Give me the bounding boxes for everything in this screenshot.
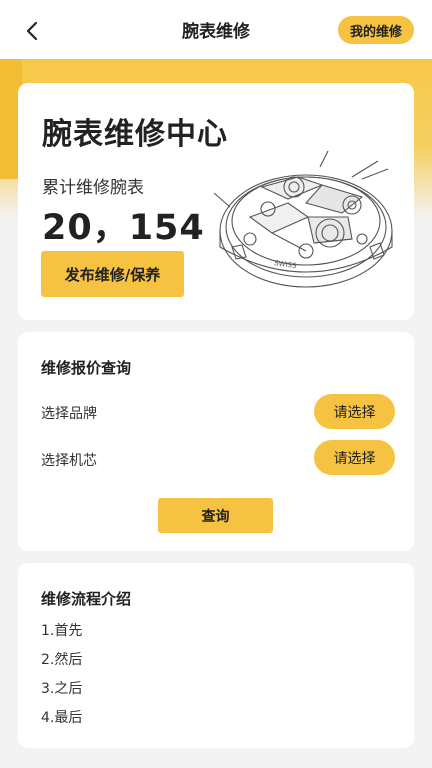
repair-quote-card: 维修报价查询 选择品牌 请选择 选择机芯 请选择 查询	[18, 332, 414, 551]
repair-process-title: 维修流程介绍	[41, 590, 132, 608]
total-repaired-count: 20，154	[42, 208, 205, 248]
my-repair-button[interactable]: 我的维修	[337, 16, 414, 44]
brand-select-button[interactable]: 请选择	[314, 394, 395, 429]
watch-dial-text: SWISS	[274, 259, 298, 270]
process-step: 1.首先	[41, 623, 83, 639]
movement-select-button[interactable]: 请选择	[314, 440, 395, 475]
repair-center-title: 腕表维修中心	[42, 117, 228, 152]
repair-process-card: 维修流程介绍 1.首先 2.然后 3.之后 4.最后	[18, 563, 414, 748]
page-title: 腕表维修	[182, 22, 250, 42]
repair-quote-title: 维修报价查询	[41, 359, 132, 377]
top-app-bar: 腕表维修 我的维修	[0, 0, 432, 59]
brand-select-label: 选择品牌	[41, 406, 97, 422]
watch-movement-illustration: SWISS	[213, 150, 393, 288]
total-repaired-label: 累计维修腕表	[42, 178, 144, 198]
chevron-left-icon	[26, 21, 38, 41]
back-button[interactable]	[18, 17, 46, 45]
query-button[interactable]: 查询	[158, 498, 273, 533]
repair-center-card: 腕表维修中心 累计维修腕表 20，154 发布维修/保养 SWISS	[18, 83, 414, 320]
process-step: 3.之后	[41, 681, 83, 697]
publish-repair-button[interactable]: 发布维修/保养	[41, 251, 184, 297]
process-step: 2.然后	[41, 652, 83, 668]
process-step: 4.最后	[41, 710, 83, 726]
movement-select-label: 选择机芯	[41, 453, 97, 469]
